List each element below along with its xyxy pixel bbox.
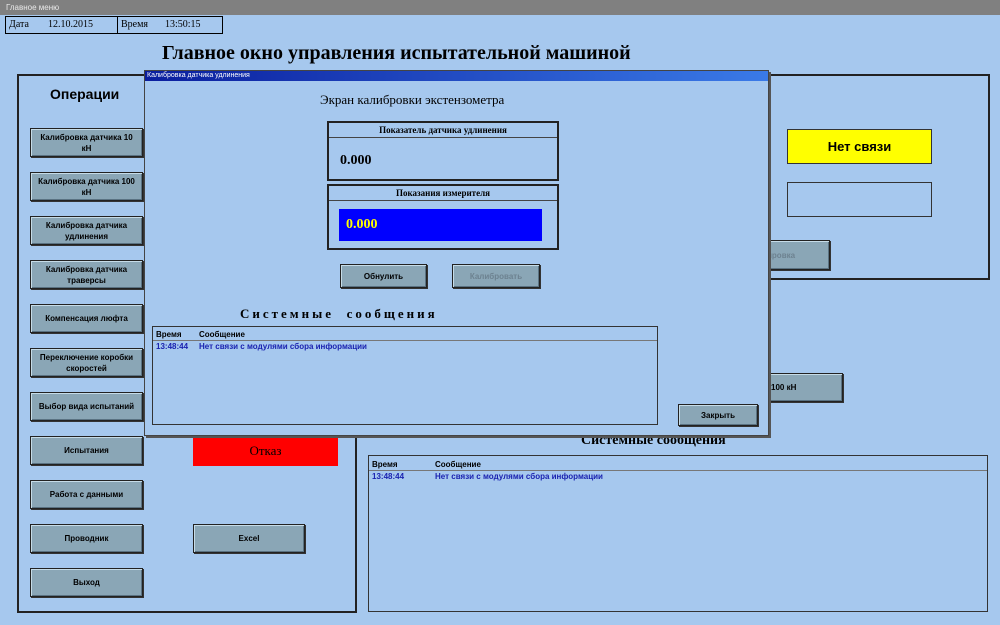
dialog-title: Калибровка датчика удлинения (147, 72, 250, 79)
meter-group: Показания измерителя 0.000 (327, 184, 559, 250)
meter-value-display: 0.000 (339, 209, 542, 241)
dialog-header-message: Сообщение (199, 330, 245, 339)
messages-header-row: Время Сообщение (369, 459, 987, 471)
calibrate-10kn-button[interactable]: Калибровка датчика 10 кН (30, 128, 143, 157)
status-field (787, 182, 932, 217)
time-value: 13:50:15 (165, 19, 201, 30)
date-value: 12.10.2015 (48, 19, 93, 30)
time-cell: Время 13:50:15 (117, 16, 223, 34)
time-label: Время (121, 19, 149, 30)
dialog-message-text: Нет связи с модулями сбора информации (199, 342, 367, 351)
operations-title: Операции (50, 86, 120, 102)
gearbox-switch-button[interactable]: Переключение коробки скоростей (30, 348, 143, 377)
data-work-button[interactable]: Работа с данными (30, 480, 143, 509)
calibration-button-partial[interactable]: ировка (760, 240, 830, 270)
reset-button[interactable]: Обнулить (340, 264, 427, 288)
dialog-messages-title: Системные сообщения (240, 306, 438, 321)
calibrate-button[interactable]: Калибровать (452, 264, 540, 288)
window-title-bar: Главное меню (0, 0, 1000, 15)
message-time: 13:48:44 (372, 472, 405, 481)
sensor-100kn-button-partial[interactable]: 100 кН (766, 373, 843, 402)
header-message: Сообщение (435, 460, 481, 469)
dialog-header-time: Время (156, 330, 182, 339)
failure-status-indicator: Отказ (193, 436, 338, 466)
sensor-value: 0.000 (340, 153, 372, 168)
message-row[interactable]: 13:48:44 Нет связи с модулями сбора инфо… (369, 471, 987, 482)
date-label: Дата (9, 19, 29, 30)
calibrate-extension-button[interactable]: Калибровка датчика удлинения (30, 216, 143, 245)
backlash-compensation-button[interactable]: Компенсация люфта (30, 304, 143, 333)
calibrate-100kn-button[interactable]: Калибровка датчика 100 кН (30, 172, 143, 201)
page-title: Главное окно управления испытательной ма… (162, 42, 631, 64)
message-text: Нет связи с модулями сбора информации (435, 472, 603, 481)
tests-button[interactable]: Испытания (30, 436, 143, 465)
connection-status-indicator: Нет связи (787, 129, 932, 164)
sensor-group: Показатель датчика удлинения 0.000 (327, 121, 559, 181)
dialog-title-bar: Калибровка датчика удлинения (145, 71, 768, 81)
dialog-messages-list: Время Сообщение 13:48:44 Нет связи с мод… (152, 326, 658, 425)
dialog-messages-header: Время Сообщение (153, 329, 657, 341)
sensor-group-title: Показатель датчика удлинения (329, 123, 557, 138)
dialog-heading: Экран калибровки экстензометра (320, 92, 505, 107)
explorer-button[interactable]: Проводник (30, 524, 143, 553)
dialog-message-row[interactable]: 13:48:44 Нет связи с модулями сбора инфо… (153, 341, 657, 352)
date-cell: Дата 12.10.2015 (5, 16, 118, 34)
system-messages-list: Время Сообщение 13:48:44 Нет связи с мод… (368, 455, 988, 612)
test-type-button[interactable]: Выбор вида испытаний (30, 392, 143, 421)
dialog-message-time: 13:48:44 (156, 342, 189, 351)
header-time: Время (372, 460, 398, 469)
meter-group-title: Показания измерителя (329, 186, 557, 201)
close-button[interactable]: Закрыть (678, 404, 758, 426)
excel-button[interactable]: Excel (193, 524, 305, 553)
exit-button[interactable]: Выход (30, 568, 143, 597)
calibrate-traverse-button[interactable]: Калибровка датчика траверсы (30, 260, 143, 289)
window-title: Главное меню (6, 3, 60, 12)
